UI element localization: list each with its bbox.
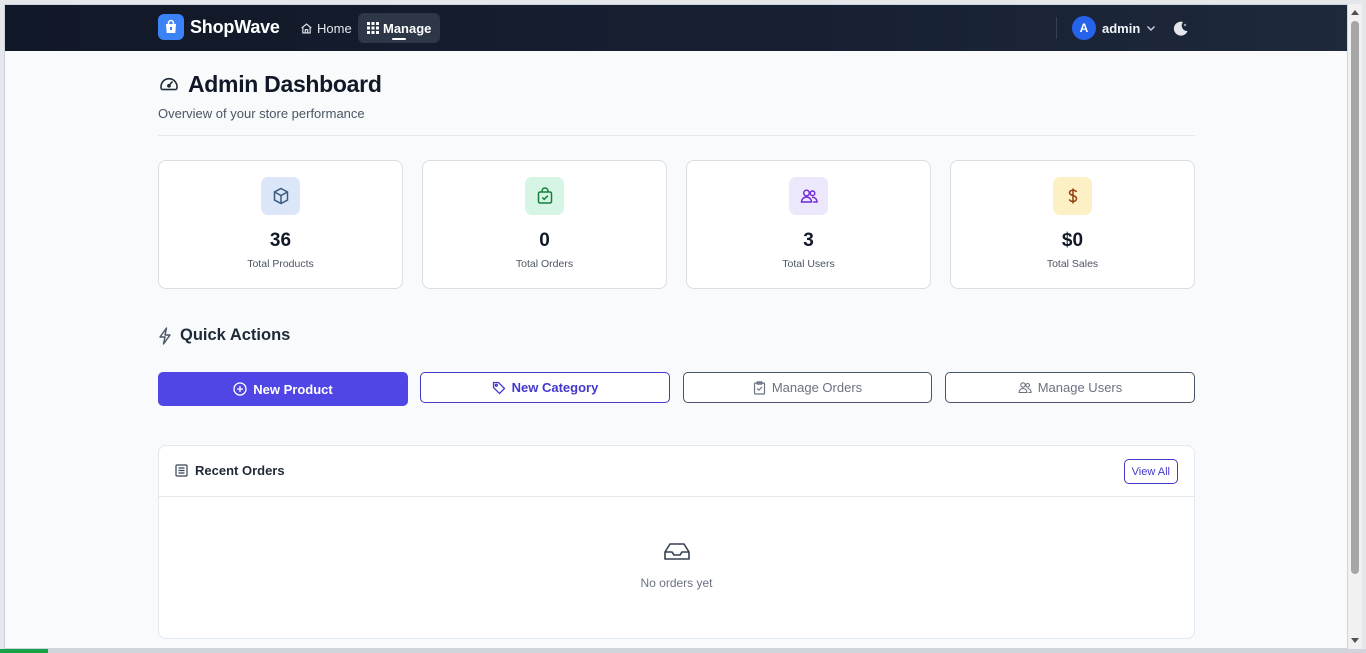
shopping-bag-logo-icon [158,14,184,40]
manage-users-label: Manage Users [1037,380,1123,395]
stat-icon-wrap [261,177,300,215]
clipboard-icon [753,380,765,395]
brand-name: ShopWave [190,16,280,37]
stat-icon-wrap [789,177,828,215]
new-category-button[interactable]: New Category [420,372,670,403]
quick-actions-title: Quick Actions [158,326,290,345]
nav-home-link[interactable]: Home [291,13,361,43]
moon-stars-icon [1173,21,1188,36]
nav-divider [1056,17,1057,39]
stat-card-users: 3 Total Users [686,160,931,289]
stat-card-products: 36 Total Products [158,160,403,289]
vertical-scrollbar[interactable] [1348,4,1362,649]
quick-actions-label: Quick Actions [180,326,291,344]
grid-icon [367,22,379,34]
scroll-down-arrow-icon[interactable] [1351,638,1359,643]
scroll-up-arrow-icon[interactable] [1351,10,1359,15]
stat-label: Total Orders [515,258,574,270]
manage-orders-label: Manage Orders [771,380,863,395]
speedometer-icon [160,77,178,90]
page-title-text: Admin Dashboard [188,71,382,97]
recent-orders-card: Recent Orders View All No orders yet [158,445,1195,639]
box-icon [273,187,288,205]
stat-icon-wrap [525,177,564,215]
dollar-icon [1068,188,1077,204]
stat-value: $0 [1061,230,1084,251]
brand[interactable]: ShopWave [158,14,280,40]
scroll-thumb[interactable] [1351,21,1359,574]
recent-orders-label: Recent Orders [195,463,285,478]
stat-card-orders: 0 Total Orders [422,160,667,289]
stat-value: 36 [269,230,292,251]
page-subtitle: Overview of your store performance [158,106,365,121]
browser-viewport: ShopWave Home Manage A admin Admin Dashb… [4,4,1348,649]
nav-manage-label: Manage [383,20,432,36]
shopping-bag-check-icon [537,187,552,204]
lightning-icon [159,326,171,345]
bottom-edge [0,649,1366,653]
stat-label: Total Users [782,258,835,270]
user-name: admin [1102,20,1141,36]
users-icon [1018,382,1032,394]
new-product-button[interactable]: New Product [158,372,408,406]
stat-label: Total Sales [1046,258,1099,270]
header-divider [158,135,1195,136]
tag-icon [492,381,506,394]
users-icon [800,189,818,203]
stat-value: 0 [539,230,550,251]
avatar: A [1072,16,1096,40]
new-product-label: New Product [253,381,333,397]
theme-toggle-button[interactable] [1170,17,1192,39]
plus-circle-icon [233,382,247,396]
manage-orders-button[interactable]: Manage Orders [683,372,932,403]
user-menu[interactable]: A admin [1072,15,1156,41]
manage-users-button[interactable]: Manage Users [945,372,1195,403]
home-icon [301,22,312,34]
list-icon [175,464,188,477]
chevron-down-icon [1147,26,1156,31]
progress-marker [0,649,48,653]
stat-label: Total Products [247,258,314,270]
view-all-button[interactable]: View All [1123,459,1178,484]
nav-manage-link[interactable]: Manage [358,13,441,43]
recent-orders-title: Recent Orders [175,463,285,478]
recent-orders-header: Recent Orders View All [159,446,1194,497]
inbox-icon [663,543,690,560]
nav-home-label: Home [317,20,352,36]
active-indicator [392,38,406,40]
stat-icon-wrap [1053,177,1092,215]
empty-state-text: No orders yet [640,576,713,590]
page-title: Admin Dashboard [158,71,382,98]
empty-state: No orders yet [159,542,1194,590]
top-navbar: ShopWave Home Manage A admin [5,5,1347,51]
new-category-label: New Category [511,380,599,395]
stat-value: 3 [803,230,814,251]
stat-card-sales: $0 Total Sales [950,160,1195,289]
